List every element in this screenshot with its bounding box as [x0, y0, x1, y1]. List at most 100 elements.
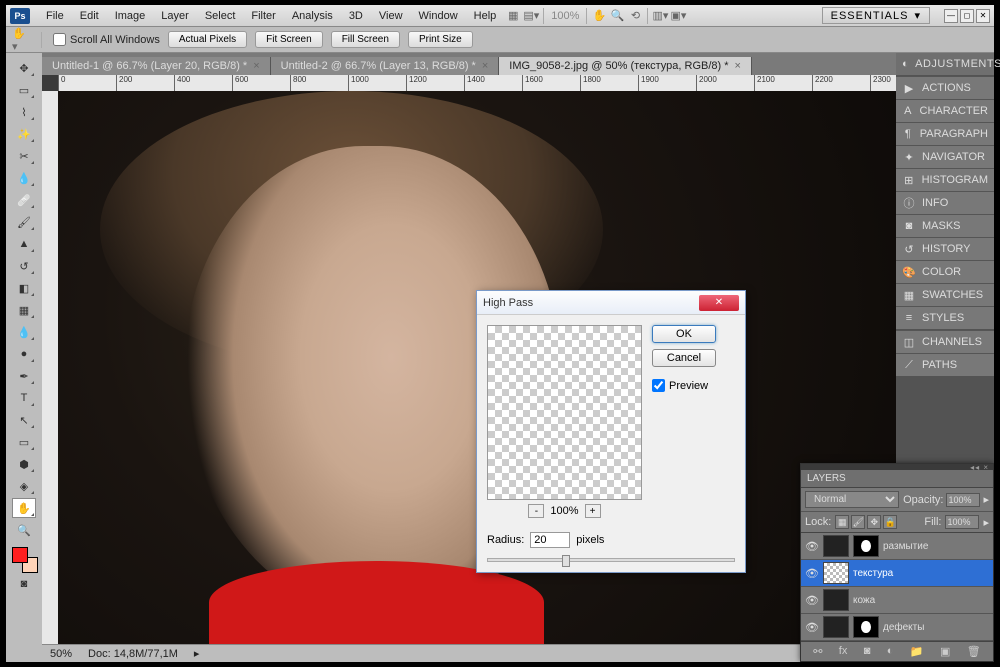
move-tool[interactable]: ✥: [12, 58, 36, 78]
menu-help[interactable]: Help: [466, 8, 505, 24]
zoom-level[interactable]: 100%: [547, 10, 583, 22]
chevron-right-icon[interactable]: ▸: [983, 516, 989, 529]
blend-mode-select[interactable]: Normal: [805, 491, 899, 508]
quick-mask-tool[interactable]: ◙: [12, 574, 36, 594]
print-size-button[interactable]: Print Size: [408, 31, 473, 48]
hand-icon[interactable]: ✋: [590, 8, 608, 24]
panel-navigator[interactable]: ✦NAVIGATOR: [896, 145, 994, 168]
type-tool[interactable]: T: [12, 388, 36, 408]
close-icon[interactable]: ×: [482, 60, 488, 72]
fill-screen-button[interactable]: Fill Screen: [331, 31, 400, 48]
clone-stamp-tool[interactable]: ▲: [12, 234, 36, 254]
panel-paragraph[interactable]: ¶PARAGRAPH: [896, 122, 994, 145]
menu-layer[interactable]: Layer: [153, 8, 197, 24]
panel-info[interactable]: ⓘINFO: [896, 191, 994, 214]
panel-paths[interactable]: ⟋PATHS: [896, 353, 994, 376]
panel-history[interactable]: ↺HISTORY: [896, 237, 994, 260]
layer-row[interactable]: 👁дефекты: [801, 614, 993, 641]
visibility-icon[interactable]: 👁: [805, 567, 819, 580]
eraser-tool[interactable]: ◧: [12, 278, 36, 298]
lock-transparency-icon[interactable]: ▦: [835, 515, 849, 529]
adjustments-panel-head[interactable]: ◐ADJUSTMENTS: [896, 53, 994, 75]
visibility-icon[interactable]: 👁: [805, 621, 819, 634]
cancel-button[interactable]: Cancel: [652, 349, 716, 367]
layer-thumb[interactable]: [823, 589, 849, 611]
actual-pixels-button[interactable]: Actual Pixels: [168, 31, 247, 48]
lock-all-icon[interactable]: 🔒: [883, 515, 897, 529]
shape-tool[interactable]: ▭: [12, 432, 36, 452]
panel-color[interactable]: 🎨COLOR: [896, 260, 994, 283]
ok-button[interactable]: OK: [652, 325, 716, 343]
color-swatches[interactable]: [10, 545, 38, 573]
new-group-icon[interactable]: 📁: [910, 645, 924, 658]
opacity-input[interactable]: [946, 493, 980, 507]
panel-collapse-icon[interactable]: ◂◂ ×: [970, 463, 989, 472]
lock-pixels-icon[interactable]: 🖌: [851, 515, 865, 529]
panel-masks[interactable]: ◙MASKS: [896, 214, 994, 237]
brush-tool[interactable]: 🖌: [12, 212, 36, 232]
chevron-right-icon[interactable]: ▸: [983, 493, 989, 506]
zoom-out-button[interactable]: -: [528, 504, 544, 518]
menu-3d[interactable]: 3D: [341, 8, 371, 24]
delete-layer-icon[interactable]: 🗑: [967, 645, 981, 658]
layer-mask-thumb[interactable]: [853, 535, 879, 557]
radius-input[interactable]: [530, 532, 570, 548]
launch-bridge-icon[interactable]: ▦: [504, 8, 522, 24]
gradient-tool[interactable]: ▦: [12, 300, 36, 320]
chevron-right-icon[interactable]: ▸: [194, 647, 200, 660]
doc-tab-3[interactable]: IMG_9058-2.jpg @ 50% (текстура, RGB/8) *…: [499, 57, 752, 75]
new-layer-icon[interactable]: ▣: [940, 645, 950, 658]
panel-styles[interactable]: ≡STYLES: [896, 306, 994, 329]
close-icon[interactable]: ×: [735, 60, 741, 72]
3d-camera-tool[interactable]: ◈: [12, 476, 36, 496]
rotate-view-icon[interactable]: ⟲: [626, 8, 644, 24]
status-doc-size[interactable]: Doc: 14,8M/77,1M: [88, 648, 178, 660]
path-select-tool[interactable]: ↖: [12, 410, 36, 430]
visibility-icon[interactable]: 👁: [805, 540, 819, 553]
view-extras-icon[interactable]: ▤▾: [522, 8, 540, 24]
slider-thumb[interactable]: [562, 555, 570, 567]
workspace-switcher[interactable]: ESSENTIALS▾: [822, 7, 930, 24]
menu-edit[interactable]: Edit: [72, 8, 107, 24]
dodge-tool[interactable]: ●: [12, 344, 36, 364]
close-button[interactable]: ✕: [976, 9, 990, 23]
marquee-tool[interactable]: ▭: [12, 80, 36, 100]
pen-tool[interactable]: ✒: [12, 366, 36, 386]
magic-wand-tool[interactable]: ✨: [12, 124, 36, 144]
lasso-tool[interactable]: ⌇: [12, 102, 36, 122]
visibility-icon[interactable]: 👁: [805, 594, 819, 607]
panel-channels[interactable]: ◫CHANNELS: [896, 330, 994, 353]
3d-tool[interactable]: ⬢: [12, 454, 36, 474]
hand-tool-icon[interactable]: ✋▾: [12, 32, 30, 48]
menu-window[interactable]: Window: [411, 8, 466, 24]
status-zoom[interactable]: 50%: [50, 648, 72, 660]
maximize-button[interactable]: ◻: [960, 9, 974, 23]
link-layers-icon[interactable]: ⚯: [813, 645, 822, 658]
eyedropper-tool[interactable]: 💧: [12, 168, 36, 188]
add-mask-icon[interactable]: ◙: [864, 645, 871, 658]
layer-row[interactable]: 👁размытие: [801, 533, 993, 560]
menu-analysis[interactable]: Analysis: [284, 8, 341, 24]
lock-position-icon[interactable]: ✥: [867, 515, 881, 529]
layer-style-icon[interactable]: fx: [839, 645, 848, 658]
zoom-icon[interactable]: 🔍: [608, 8, 626, 24]
menu-image[interactable]: Image: [107, 8, 154, 24]
blur-tool[interactable]: 💧: [12, 322, 36, 342]
hand-tool[interactable]: ✋: [12, 498, 36, 518]
preview-checkbox[interactable]: Preview: [652, 379, 716, 392]
panel-histogram[interactable]: ⊞HISTOGRAM: [896, 168, 994, 191]
crop-tool[interactable]: ✂: [12, 146, 36, 166]
healing-brush-tool[interactable]: 🩹: [12, 190, 36, 210]
layers-panel-head[interactable]: LAYERS: [801, 470, 993, 488]
fill-input[interactable]: [945, 515, 979, 529]
layer-thumb[interactable]: [823, 535, 849, 557]
menu-view[interactable]: View: [371, 8, 411, 24]
panel-actions[interactable]: ▶ACTIONS: [896, 76, 994, 99]
menu-select[interactable]: Select: [197, 8, 244, 24]
scroll-all-windows-checkbox[interactable]: Scroll All Windows: [53, 33, 160, 46]
dialog-titlebar[interactable]: High Pass ✕: [477, 291, 745, 315]
menu-file[interactable]: File: [38, 8, 72, 24]
layer-row[interactable]: 👁кожа: [801, 587, 993, 614]
layer-thumb[interactable]: [823, 562, 849, 584]
history-brush-tool[interactable]: ↺: [12, 256, 36, 276]
